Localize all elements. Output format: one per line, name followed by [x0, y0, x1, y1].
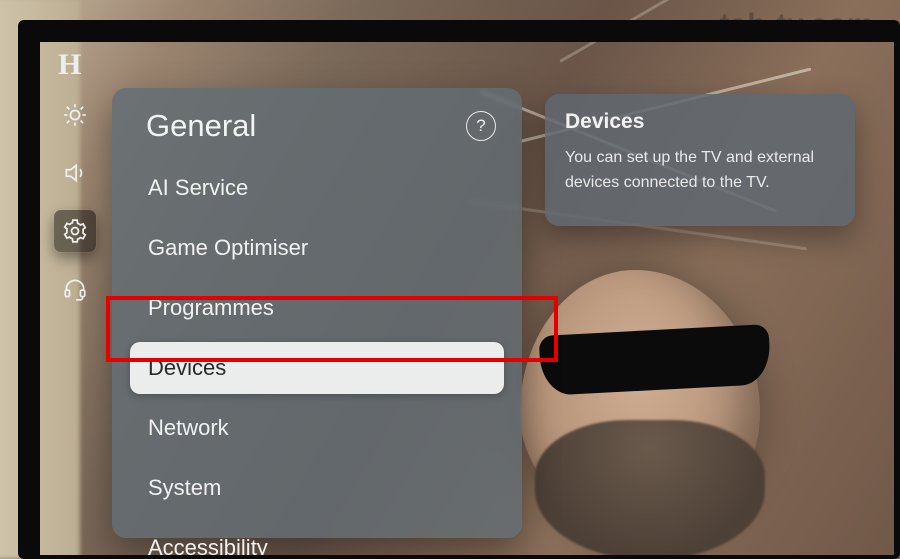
menu-item-devices[interactable]: Devices — [130, 342, 504, 394]
brightness-icon — [62, 102, 88, 128]
rail-picture-button[interactable] — [54, 94, 96, 136]
rail-sound-button[interactable] — [54, 152, 96, 194]
help-button[interactable]: ? — [466, 111, 496, 141]
gear-icon — [62, 218, 88, 244]
headset-icon — [62, 276, 88, 302]
menu-item-system[interactable]: System — [130, 462, 504, 514]
context-help-card: Devices You can set up the TV and extern… — [545, 94, 855, 226]
help-icon: ? — [476, 116, 485, 136]
settings-menu: AI Service Game Optimiser Programmes Dev… — [112, 162, 522, 559]
watermark-text: tab-tv.com — [720, 8, 874, 42]
menu-item-game-optimiser[interactable]: Game Optimiser — [130, 222, 504, 274]
volume-icon — [62, 160, 88, 186]
settings-icon-rail — [50, 88, 100, 316]
panel-title: General — [146, 108, 256, 144]
menu-item-accessibility[interactable]: Accessibility — [130, 522, 504, 559]
menu-item-ai-service[interactable]: AI Service — [130, 162, 504, 214]
channel-logo: H — [58, 48, 81, 82]
context-help-body: You can set up the TV and external devic… — [565, 146, 835, 196]
rail-general-button[interactable] — [54, 210, 96, 252]
menu-item-network[interactable]: Network — [130, 402, 504, 454]
rail-support-button[interactable] — [54, 268, 96, 310]
menu-item-programmes[interactable]: Programmes — [130, 282, 504, 334]
context-help-title: Devices — [565, 110, 835, 134]
general-settings-panel: General ? AI Service Game Optimiser Prog… — [112, 88, 522, 538]
